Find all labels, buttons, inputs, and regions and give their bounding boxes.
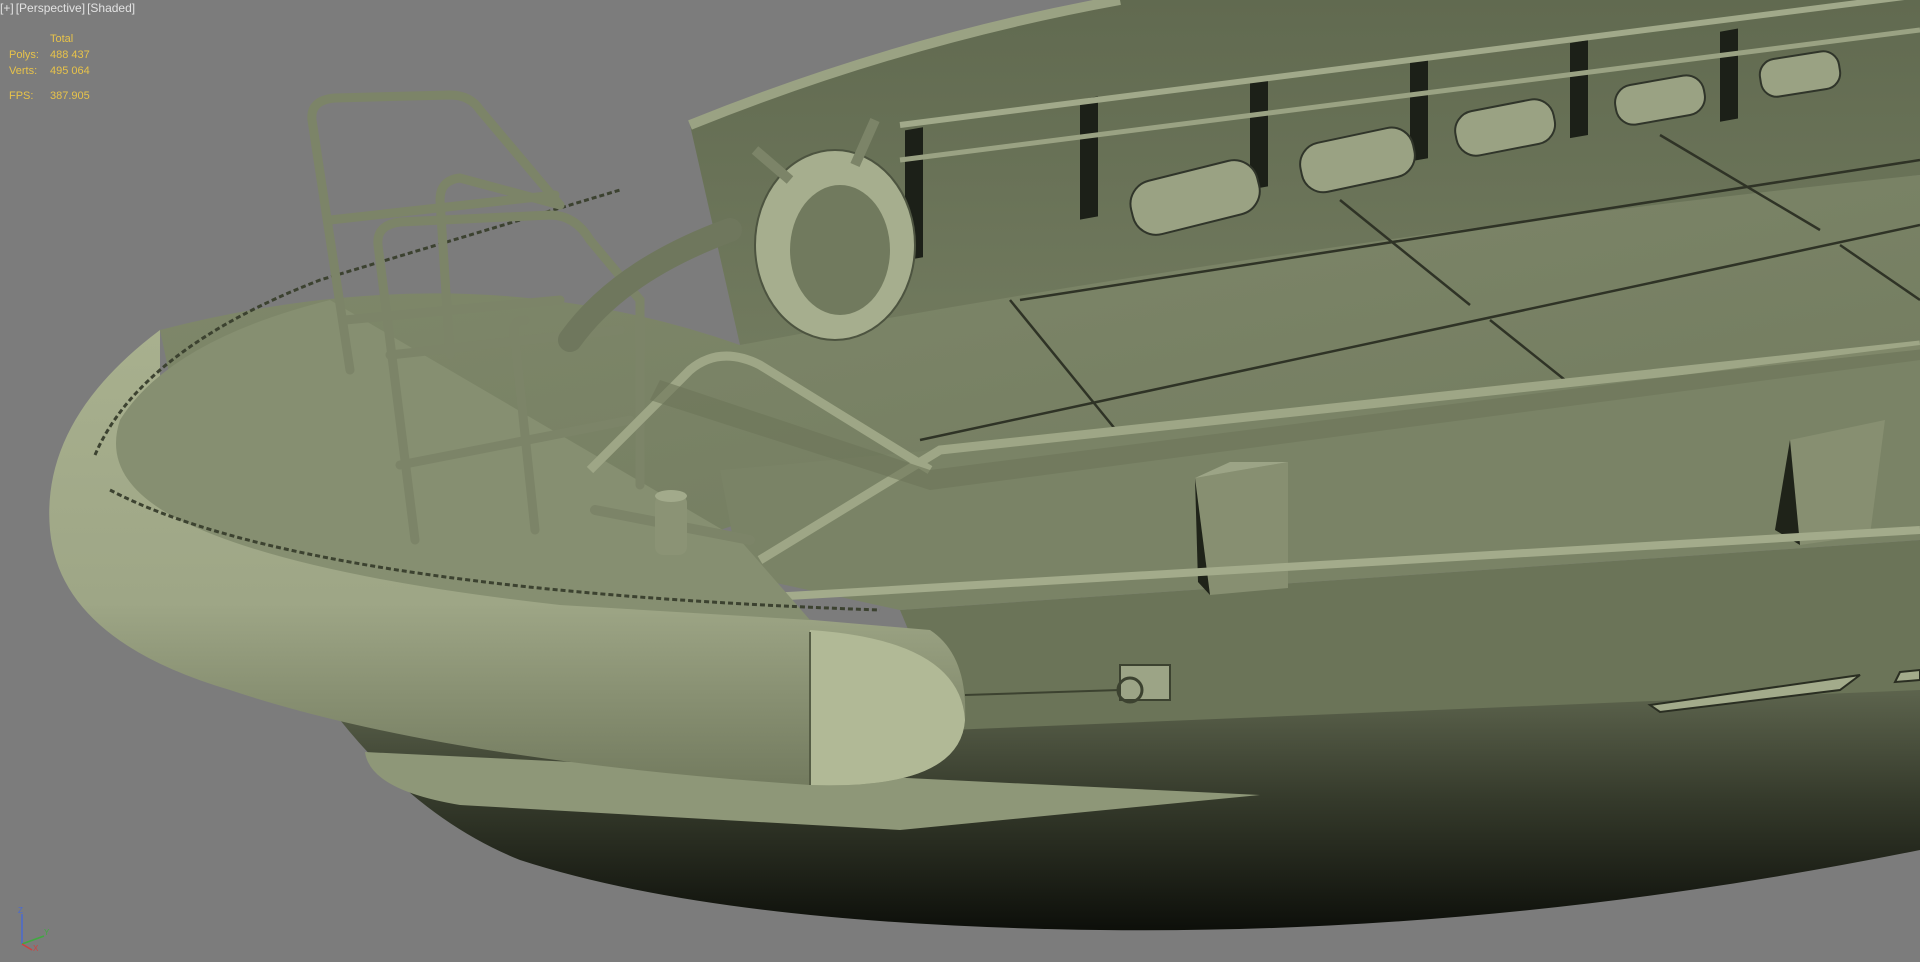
axis-x-line (21, 943, 33, 951)
verts-value: 495 064 (50, 65, 90, 77)
fps-value: 387.905 (50, 90, 90, 102)
fps-label: FPS: (9, 90, 34, 102)
boat-model-render[interactable] (0, 0, 1920, 962)
stats-header: Total (50, 33, 74, 45)
axis-y-label: Y (44, 928, 50, 937)
axis-gizmo: Z Y X (18, 906, 50, 952)
polys-label: Polys: (9, 49, 39, 61)
axis-z-label: Z (18, 906, 23, 915)
viewport-menu-button[interactable]: [+] (0, 1, 14, 15)
axis-y-line (21, 935, 45, 945)
stats-polys-row: Polys: 488 437 (9, 47, 90, 63)
axis-x-label: X (33, 944, 39, 952)
polys-value: 488 437 (50, 49, 90, 61)
verts-label: Verts: (9, 65, 38, 77)
stats-verts-row: Verts: 495 064 (9, 63, 90, 79)
viewport-3d[interactable]: [+] [Perspective] [Shaded] Total Polys: … (0, 0, 1920, 962)
shading-mode-label[interactable]: [Shaded] (87, 1, 135, 15)
scene-statistics: Total Polys: 488 437 Verts: 495 064 FPS:… (9, 31, 90, 104)
view-mode-label[interactable]: [Perspective] (16, 1, 85, 15)
stats-fps-row: FPS: 387.905 (9, 88, 90, 104)
stats-spacer (9, 79, 90, 88)
viewport-label: [+] [Perspective] [Shaded] (0, 0, 135, 16)
